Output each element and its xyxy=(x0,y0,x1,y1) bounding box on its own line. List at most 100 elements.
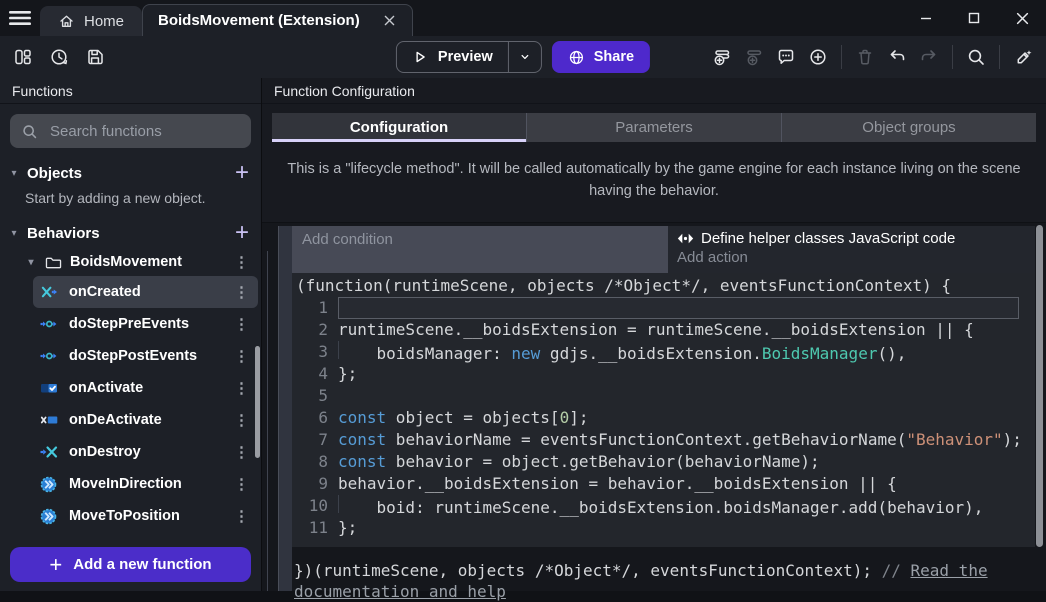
code-text: }; xyxy=(338,517,1019,539)
add-action-button[interactable]: Add action xyxy=(668,248,1035,267)
undo-icon[interactable] xyxy=(882,42,912,72)
function-menu-button[interactable]: ⋮ xyxy=(232,475,251,493)
function-menu-button[interactable]: ⋮ xyxy=(232,347,251,365)
tab-label: Object groups xyxy=(862,119,955,136)
add-new-function-button[interactable]: + Add a new function xyxy=(10,547,251,582)
tab-boidsmovement-extension[interactable]: BoidsMovement (Extension) xyxy=(142,4,413,36)
function-item-doStepPostEvents[interactable]: doStepPostEvents⋮ xyxy=(33,340,258,372)
function-label: onCreated xyxy=(69,284,141,300)
add-other-event-icon[interactable] xyxy=(803,42,833,72)
line-number: 5 xyxy=(292,385,328,407)
share-button[interactable]: Share xyxy=(552,41,650,73)
events-sheet: Add condition Define helper classes Java… xyxy=(262,222,1046,592)
function-label: MoveToPosition xyxy=(69,508,180,524)
activate-icon xyxy=(40,380,59,396)
save-icon[interactable] xyxy=(80,42,110,72)
function-menu-button[interactable]: ⋮ xyxy=(232,443,251,461)
sidebar-scrollbar[interactable] xyxy=(255,346,260,458)
window-controls xyxy=(902,0,1046,36)
code-footer-line: })(runtimeScene, objects /*Object*/, eve… xyxy=(292,547,1035,602)
function-menu-button[interactable]: ⋮ xyxy=(232,315,251,333)
toolbar-divider xyxy=(999,45,1000,69)
redo-icon[interactable] xyxy=(914,42,944,72)
sidebar-title: Functions xyxy=(0,78,261,104)
code-text: const object = objects[0]; xyxy=(338,407,1019,429)
projects-list-icon[interactable] xyxy=(8,42,38,72)
plus-icon: + xyxy=(49,554,62,576)
main-menu-button[interactable] xyxy=(0,0,40,36)
search-functions-input[interactable] xyxy=(48,122,240,141)
code-footer-comment: // xyxy=(882,561,911,580)
event-selection-rail[interactable] xyxy=(278,226,292,592)
code-text: const behavior = object.getBehavior(beha… xyxy=(338,451,1019,473)
event-rail xyxy=(267,251,268,592)
minimize-button[interactable] xyxy=(902,0,950,36)
function-item-onActivate[interactable]: onActivate⋮ xyxy=(33,372,258,404)
config-tabs: Configuration Parameters Object groups xyxy=(272,113,1036,142)
delete-icon[interactable] xyxy=(850,42,880,72)
objects-label: Objects xyxy=(27,165,82,182)
function-item-MoveInDirection[interactable]: MoveInDirection⋮ xyxy=(33,468,258,500)
js-event-title[interactable]: Define helper classes JavaScript code xyxy=(668,226,1035,248)
history-icon[interactable] xyxy=(44,42,74,72)
folder-label: BoidsMovement xyxy=(70,254,182,270)
code-line-9: 9behavior.__boidsExtension = behavior.__… xyxy=(292,473,1035,495)
tab-home-label: Home xyxy=(84,13,124,30)
search-icon[interactable] xyxy=(961,42,991,72)
behavior-folder-boidsmovement[interactable]: ▾ BoidsMovement ⋮ xyxy=(0,248,261,276)
preview-options-button[interactable] xyxy=(508,42,541,72)
add-condition-button[interactable]: Add condition xyxy=(292,226,668,273)
code-text xyxy=(338,385,1019,407)
function-menu-button[interactable]: ⋮ xyxy=(232,411,251,429)
lifecycle-description: This is a "lifecycle method". It will be… xyxy=(262,142,1046,222)
function-item-MoveToPosition[interactable]: MoveToPosition ⋮ xyxy=(33,500,258,532)
function-item-doStepPreEvents[interactable]: doStepPreEvents⋮ xyxy=(33,308,258,340)
code-line-1: 1 xyxy=(292,297,1035,319)
preview-split-button: Preview xyxy=(396,41,542,73)
events-scrollbar[interactable] xyxy=(1036,225,1043,547)
code-lines: 12runtimeScene.__boidsExtension = runtim… xyxy=(292,297,1035,539)
code-line-5: 5 xyxy=(292,385,1035,407)
code-text: runtimeScene.__boidsExtension = runtimeS… xyxy=(338,319,1019,341)
preview-button[interactable]: Preview xyxy=(397,42,508,72)
search-functions-box[interactable] xyxy=(10,114,251,148)
play-icon xyxy=(412,49,428,65)
main-title: Function Configuration xyxy=(262,78,1046,104)
function-item-onCreated[interactable]: onCreated ⋮ xyxy=(33,276,258,308)
close-window-button[interactable] xyxy=(998,0,1046,36)
section-behaviors[interactable]: ▾ Behaviors + xyxy=(0,218,261,248)
code-line-10: 10boid: runtimeScene.__boidsExtension.bo… xyxy=(292,495,1035,517)
line-number: 3 xyxy=(292,341,328,363)
function-item-onDestroy[interactable]: onDestroy⋮ xyxy=(33,436,258,468)
function-menu-button[interactable]: ⋮ xyxy=(232,379,251,397)
toolbar: Preview Share xyxy=(0,36,1046,78)
folder-menu-button[interactable]: ⋮ xyxy=(232,253,251,271)
tab-active-label: BoidsMovement (Extension) xyxy=(158,12,360,29)
tab-label: Configuration xyxy=(350,119,448,136)
tab-parameters[interactable]: Parameters xyxy=(526,113,781,142)
add-event-icon[interactable] xyxy=(707,42,737,72)
maximize-button[interactable] xyxy=(950,0,998,36)
hamburger-icon xyxy=(9,10,31,26)
function-item-onDeActivate[interactable]: onDeActivate⋮ xyxy=(33,404,258,436)
code-text: behavior.__boidsExtension = behavior.__b… xyxy=(338,473,1019,495)
line-number: 11 xyxy=(292,517,328,539)
js-code-event-icon xyxy=(677,233,694,244)
tab-configuration[interactable]: Configuration xyxy=(272,113,526,142)
close-tab-icon[interactable] xyxy=(382,13,397,28)
tab-home[interactable]: Home xyxy=(40,6,142,36)
function-menu-button[interactable]: ⋮ xyxy=(232,283,251,301)
add-behavior-button[interactable]: + xyxy=(235,223,249,243)
function-menu-button[interactable]: ⋮ xyxy=(232,507,251,525)
add-object-button[interactable]: + xyxy=(235,163,249,183)
js-code-editor[interactable]: (function(runtimeScene, objects /*Object… xyxy=(292,273,1035,547)
tab-object-groups[interactable]: Object groups xyxy=(781,113,1036,142)
search-icon xyxy=(21,123,38,140)
edit-extension-icon[interactable] xyxy=(1008,42,1038,72)
section-objects[interactable]: ▾ Objects + xyxy=(0,158,261,188)
code-text: boid: runtimeScene.__boidsExtension.boid… xyxy=(338,495,1019,517)
add-comment-icon[interactable] xyxy=(771,42,801,72)
code-line-11: 11}; xyxy=(292,517,1035,539)
add-subevent-icon[interactable] xyxy=(739,42,769,72)
step-icon xyxy=(40,316,59,332)
